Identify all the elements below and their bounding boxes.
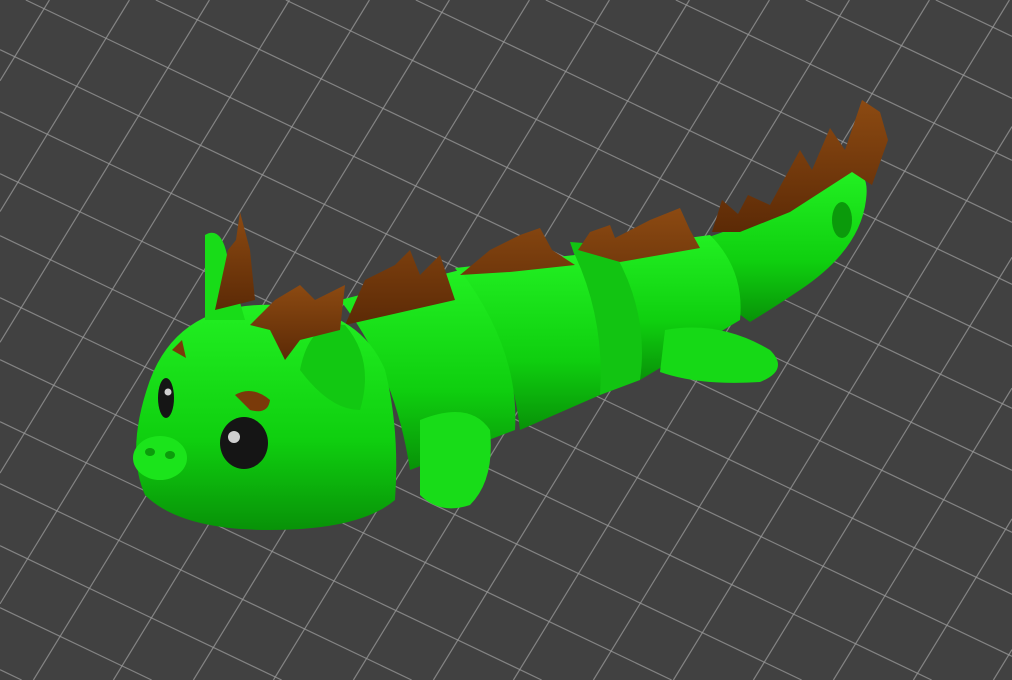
grid-line: [992, 649, 1012, 680]
grid-line: [912, 518, 1012, 680]
nostril: [165, 451, 175, 459]
left-eye-highlight: [164, 388, 172, 396]
right-eye: [220, 417, 268, 469]
grid-line: [0, 607, 152, 680]
right-eye-highlight: [228, 431, 240, 443]
grid-line: [0, 545, 282, 680]
grid-line: [752, 256, 1012, 680]
dragon-model[interactable]: [133, 100, 888, 530]
dragon-head: [136, 304, 397, 530]
grid-line: [0, 669, 22, 680]
grid-line: [0, 0, 50, 82]
nostril: [145, 448, 155, 456]
grid-line: [935, 0, 1012, 37]
left-eye: [158, 378, 174, 418]
front-leg: [420, 412, 491, 509]
3d-viewport[interactable]: [0, 0, 1012, 680]
grid-line: [832, 387, 1012, 680]
grid-line: [0, 0, 210, 343]
grid-line: [675, 0, 1012, 161]
grid-line: [0, 0, 130, 212]
tail-hole: [832, 202, 852, 238]
snout: [133, 436, 187, 480]
scene-canvas[interactable]: [0, 0, 1012, 680]
grid-line: [805, 0, 1012, 99]
back-leg: [660, 327, 778, 383]
